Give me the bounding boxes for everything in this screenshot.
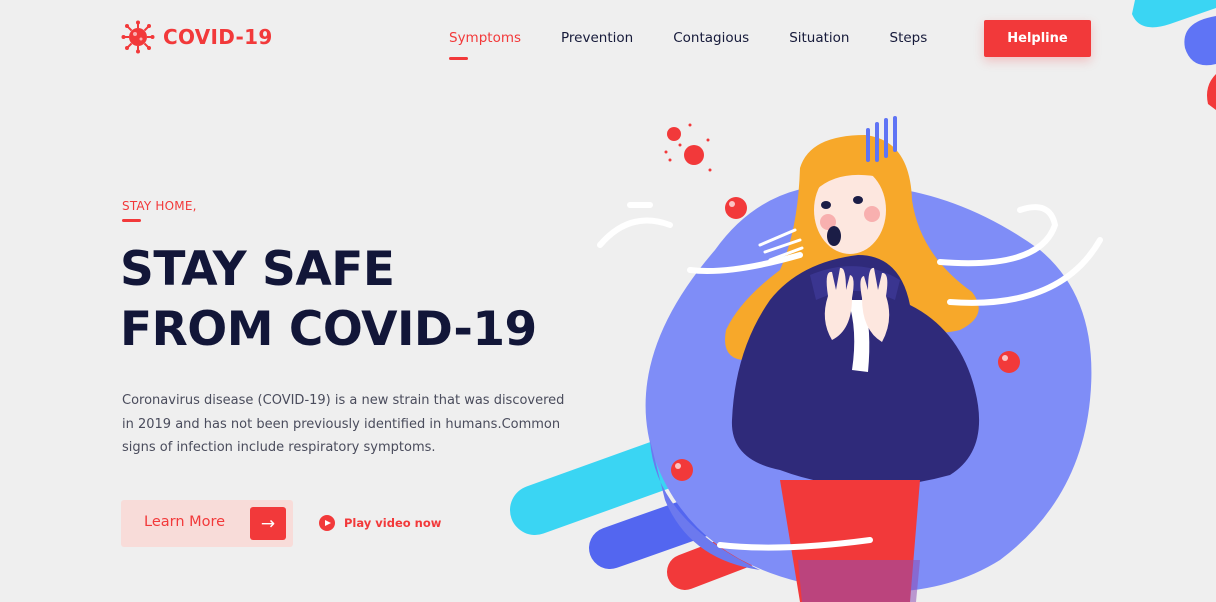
- corner-decoration: [1132, 0, 1216, 110]
- virus-icon: [121, 20, 155, 54]
- hero-eyebrow: STAY HOME,: [122, 199, 197, 213]
- headline-line-1: STAY SAFE: [120, 242, 395, 297]
- arrow-right-icon: →: [250, 507, 286, 540]
- headline-line-2: FROM COVID-19: [120, 302, 537, 357]
- brand-name: COVID-19: [163, 25, 273, 49]
- learn-more-button[interactable]: Learn More →: [121, 500, 293, 547]
- brand-logo[interactable]: COVID-19: [121, 20, 273, 54]
- play-video-link[interactable]: Play video now: [319, 515, 441, 531]
- hero-illustration: [510, 0, 1216, 602]
- learn-more-label: Learn More: [144, 514, 226, 530]
- play-icon: [319, 515, 335, 531]
- play-video-label: Play video now: [344, 516, 442, 530]
- hero-headline: STAY SAFE FROM COVID-19: [120, 240, 537, 360]
- eyebrow-divider: [122, 219, 141, 222]
